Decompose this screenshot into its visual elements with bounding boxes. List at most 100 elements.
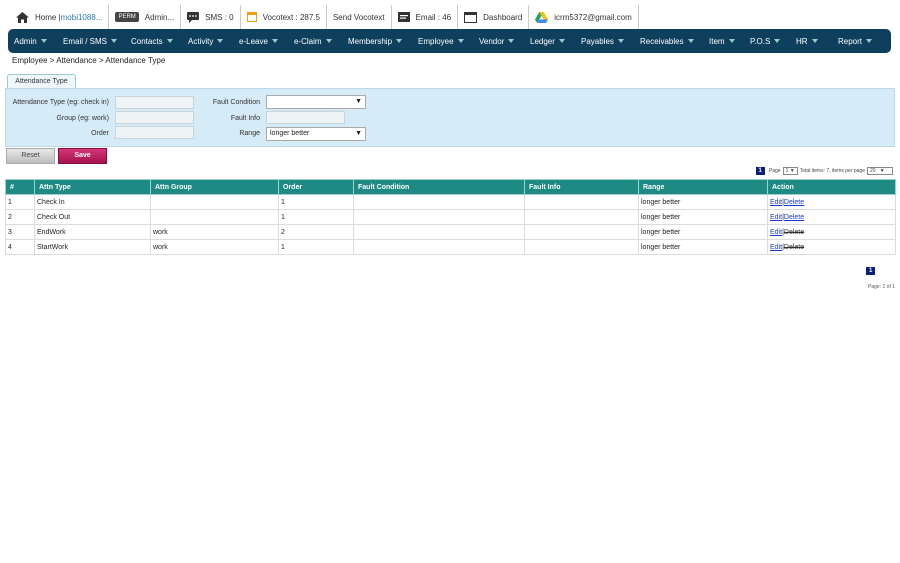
- nav-item-report[interactable]: Report: [838, 29, 888, 53]
- page-number-button[interactable]: 1: [755, 167, 765, 175]
- fault-info-input[interactable]: [266, 111, 345, 124]
- cell-fault-info: [524, 224, 639, 240]
- cell-group: [150, 209, 279, 225]
- caret-down-icon: [271, 39, 278, 43]
- edit-link[interactable]: Edit: [770, 214, 782, 221]
- cell-order: 1: [278, 194, 354, 210]
- nav-item-admin[interactable]: Admin: [14, 29, 63, 53]
- delete-link-disabled: Delete: [783, 243, 805, 251]
- save-button[interactable]: Save: [58, 148, 107, 164]
- table-row: 1 Check In 1 longer better Edit|Delete: [5, 194, 896, 210]
- dashboard-link[interactable]: Dashboard: [458, 5, 530, 29]
- cell-num: 1: [5, 194, 35, 210]
- nav-item-item[interactable]: Item: [709, 29, 750, 53]
- table-row: 4 StartWork work 1 longer better Edit|Delete: [5, 239, 896, 255]
- nav-item-receivables[interactable]: Receivables: [640, 29, 709, 53]
- col-header[interactable]: Fault Condition: [353, 179, 525, 195]
- caret-down-icon: [396, 39, 403, 43]
- nav-item-label: Email / SMS: [63, 36, 108, 46]
- caret-down-icon: [617, 39, 624, 43]
- col-header[interactable]: Fault Info: [524, 179, 639, 195]
- delete-link-disabled: Delete: [783, 228, 805, 236]
- per-page-value: 20: [870, 168, 876, 174]
- send-vocotext-label: Send Vocotext: [332, 12, 385, 22]
- page-select[interactable]: 1 ▼: [782, 167, 798, 175]
- nav-item-email-sms[interactable]: Email / SMS: [63, 29, 131, 53]
- google-drive-icon: [535, 11, 549, 23]
- edit-link[interactable]: Edit: [770, 229, 782, 236]
- admin-menu[interactable]: PERM Admin...: [109, 5, 182, 29]
- delete-link[interactable]: Delete: [784, 199, 804, 206]
- page-select-value: 1: [785, 168, 789, 174]
- page-number-button-bottom[interactable]: 1: [866, 267, 876, 275]
- attn-type-input[interactable]: [115, 96, 194, 109]
- breadcrumb: Employee > Attendance > Attendance Type: [12, 56, 166, 65]
- col-header[interactable]: Order: [278, 179, 354, 195]
- nav-item-membership[interactable]: Membership: [348, 29, 418, 53]
- col-header[interactable]: Range: [638, 179, 768, 195]
- email-link[interactable]: Email : 46: [392, 5, 459, 29]
- nav-item-label: Contacts: [131, 36, 163, 46]
- col-header[interactable]: #: [5, 179, 35, 195]
- nav-item-activity[interactable]: Activity: [188, 29, 239, 53]
- col-header[interactable]: Attn Group: [150, 179, 279, 195]
- caret-down-icon: [166, 39, 173, 43]
- send-vocotext-link[interactable]: Send Vocotext: [327, 5, 392, 29]
- fault-info-label: Fault Info: [230, 115, 260, 122]
- delete-link[interactable]: Delete: [784, 214, 804, 221]
- nav-item-label: P.O.S: [750, 36, 771, 46]
- order-input[interactable]: [115, 126, 194, 139]
- cell-action: Edit|Delete: [767, 194, 896, 210]
- account-email: icrm5372@gmail.com: [554, 12, 632, 22]
- group-label: Group (eg: work): [56, 115, 109, 122]
- nav-item-label: Vendor: [479, 36, 505, 46]
- cell-num: 4: [5, 239, 35, 255]
- cell-group: work: [150, 239, 279, 255]
- edit-link[interactable]: Edit: [770, 199, 782, 206]
- home-label: Home |: [35, 12, 61, 22]
- perm-badge: PERM: [115, 12, 139, 22]
- col-header[interactable]: Attn Type: [34, 179, 151, 195]
- edit-link[interactable]: Edit: [770, 244, 782, 251]
- nav-item-e-claim[interactable]: e-Claim: [294, 29, 348, 53]
- nav-item-payables[interactable]: Payables: [581, 29, 640, 53]
- home-user-link[interactable]: mobi1088...: [61, 13, 103, 22]
- cell-range: longer better: [638, 224, 768, 240]
- nav-item-contacts[interactable]: Contacts: [131, 29, 188, 53]
- fault-condition-select[interactable]: ▼: [266, 95, 366, 109]
- range-select[interactable]: longer better ▼: [266, 127, 366, 141]
- order-label: Order: [91, 130, 109, 137]
- nav-item-ledger[interactable]: Ledger: [530, 29, 581, 53]
- vocotext-link[interactable]: Vocotext : 287.5: [241, 5, 327, 29]
- cell-num: 2: [5, 209, 35, 225]
- group-input[interactable]: [115, 111, 194, 124]
- sms-label: SMS : 0: [205, 12, 234, 22]
- nav-item-label: Ledger: [530, 36, 555, 46]
- caret-down-icon: [866, 39, 873, 43]
- sms-icon: [187, 11, 200, 23]
- reset-button[interactable]: Reset: [6, 148, 55, 164]
- home-link[interactable]: Home | mobi1088...: [10, 5, 110, 29]
- nav-item-hr[interactable]: HR: [796, 29, 838, 53]
- nav-item-label: Membership: [348, 36, 393, 46]
- nav-item-employee[interactable]: Employee: [418, 29, 479, 53]
- sms-link[interactable]: SMS : 0: [181, 5, 241, 29]
- caret-down-icon: [811, 39, 818, 43]
- nav-item-p-o-s[interactable]: P.O.S: [750, 29, 796, 53]
- cell-fault-condition: [353, 209, 525, 225]
- vocotext-label: Vocotext : 287.5: [262, 12, 320, 22]
- account-link[interactable]: icrm5372@gmail.com: [529, 5, 639, 29]
- table-header-row: # Attn Type Attn Group Order Fault Condi…: [5, 179, 896, 195]
- nav-item-e-leave[interactable]: e-Leave: [239, 29, 294, 53]
- caret-down-icon: [325, 39, 332, 43]
- nav-item-vendor[interactable]: Vendor: [479, 29, 530, 53]
- cell-fault-info: [524, 194, 639, 210]
- nav-item-label: Employee: [418, 36, 454, 46]
- col-header[interactable]: Action: [767, 179, 896, 195]
- per-page-select[interactable]: 20 ▼: [867, 167, 893, 175]
- nav-item-label: e-Claim: [294, 36, 322, 46]
- tab-attendance-type[interactable]: Attendance Type: [7, 74, 76, 88]
- attn-type-label: Attendance Type (eg: check in): [12, 99, 109, 106]
- cell-fault-condition: [353, 239, 525, 255]
- cell-range: longer better: [638, 209, 768, 225]
